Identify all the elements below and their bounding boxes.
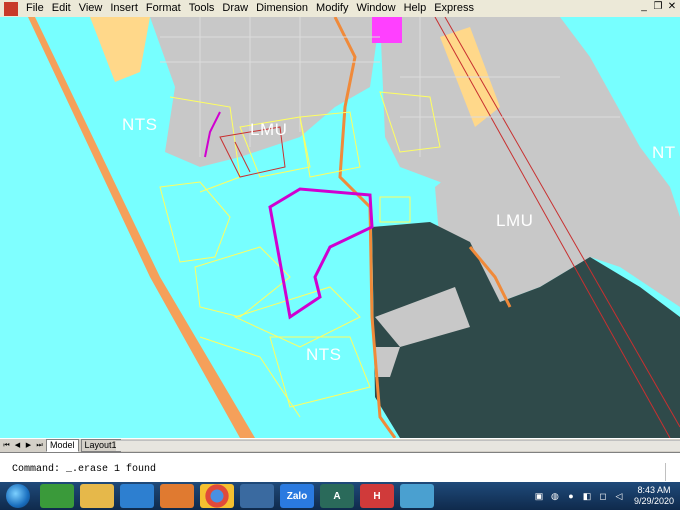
taskbar-app-chrome[interactable] — [200, 484, 234, 508]
tab-layout1[interactable]: Layout1 — [80, 439, 121, 452]
map-label-nts-west: NTS — [122, 115, 158, 134]
menu-modify[interactable]: Modify — [312, 0, 352, 17]
system-tray: ▣ ◍ ● ◧ ◻ ◁ 8:43 AM 9/29/2020 — [534, 482, 674, 510]
menu-format[interactable]: Format — [142, 0, 185, 17]
menu-bar: File Edit View Insert Format Tools Draw … — [0, 0, 680, 18]
menu-dimension[interactable]: Dimension — [252, 0, 312, 17]
taskbar-app-autocad[interactable]: A — [320, 484, 354, 508]
taskbar-app-globe[interactable] — [400, 484, 434, 508]
minimize-button[interactable]: _ — [638, 1, 650, 13]
window-controls: _ ❐ ✕ — [638, 1, 678, 13]
tray-icon-5[interactable]: ◻ — [598, 491, 608, 501]
map-label-nts-south: NTS — [306, 345, 342, 364]
taskbar-app-1[interactable] — [40, 484, 74, 508]
map-label-nt-east: NT — [652, 143, 676, 162]
network-icon[interactable]: ▣ — [534, 491, 544, 501]
command-line-text: Command: _.erase 1 found — [12, 464, 157, 475]
menu-express[interactable]: Express — [430, 0, 478, 17]
menu-draw[interactable]: Draw — [218, 0, 252, 17]
map-label-lmu-center: LMU — [250, 120, 288, 139]
tab-first-icon[interactable]: ⏮ — [2, 441, 11, 450]
menu-edit[interactable]: Edit — [48, 0, 75, 17]
clock[interactable]: 8:43 AM 9/29/2020 — [634, 485, 674, 507]
tab-prev-icon[interactable]: ◀ — [13, 441, 22, 450]
taskbar-app-chrome2[interactable] — [240, 484, 274, 508]
volume-icon[interactable]: ◁ — [614, 491, 624, 501]
sand-patch-north — [90, 17, 150, 82]
close-button[interactable]: ✕ — [666, 1, 678, 13]
taskbar-app-media[interactable] — [160, 484, 194, 508]
menu-view[interactable]: View — [75, 0, 107, 17]
map-label-lmu-east: LMU — [496, 211, 534, 230]
menu-tools[interactable]: Tools — [185, 0, 219, 17]
parcel-boundary-magenta — [268, 187, 374, 320]
tab-last-icon[interactable]: ⏭ — [35, 441, 44, 450]
tab-model[interactable]: Model — [46, 439, 79, 452]
taskbar: Zalo A H ▣ ◍ ● ◧ ◻ ◁ 8:43 AM 9/29/2020 — [0, 482, 680, 510]
horizontal-scrollbar[interactable] — [116, 440, 680, 451]
taskbar-app-h[interactable]: H — [360, 484, 394, 508]
clock-time: 8:43 AM — [637, 485, 671, 495]
menu-window[interactable]: Window — [352, 0, 399, 17]
tab-next-icon[interactable]: ▶ — [24, 441, 33, 450]
clock-date: 9/29/2020 — [633, 496, 674, 506]
map-drawing — [0, 17, 680, 438]
drawing-canvas[interactable]: NTS LMU LMU NTS NT — [0, 17, 680, 438]
start-button[interactable] — [6, 484, 30, 508]
tray-icon-3[interactable]: ● — [566, 491, 576, 501]
taskbar-app-folder[interactable] — [80, 484, 114, 508]
menu-help[interactable]: Help — [400, 0, 431, 17]
tray-icon-2[interactable]: ◍ — [550, 491, 560, 501]
tray-icon-4[interactable]: ◧ — [582, 491, 592, 501]
restore-button[interactable]: ❐ — [652, 1, 664, 13]
menu-file[interactable]: File — [22, 0, 48, 17]
command-scrollbar[interactable] — [665, 463, 674, 481]
command-window[interactable]: Command: _.erase 1 found — [0, 452, 680, 483]
taskbar-app-ie[interactable] — [120, 484, 154, 508]
app-icon[interactable] — [4, 1, 18, 16]
magenta-patch — [372, 17, 402, 43]
taskbar-app-zalo[interactable]: Zalo — [280, 484, 314, 508]
menu-insert[interactable]: Insert — [106, 0, 142, 17]
